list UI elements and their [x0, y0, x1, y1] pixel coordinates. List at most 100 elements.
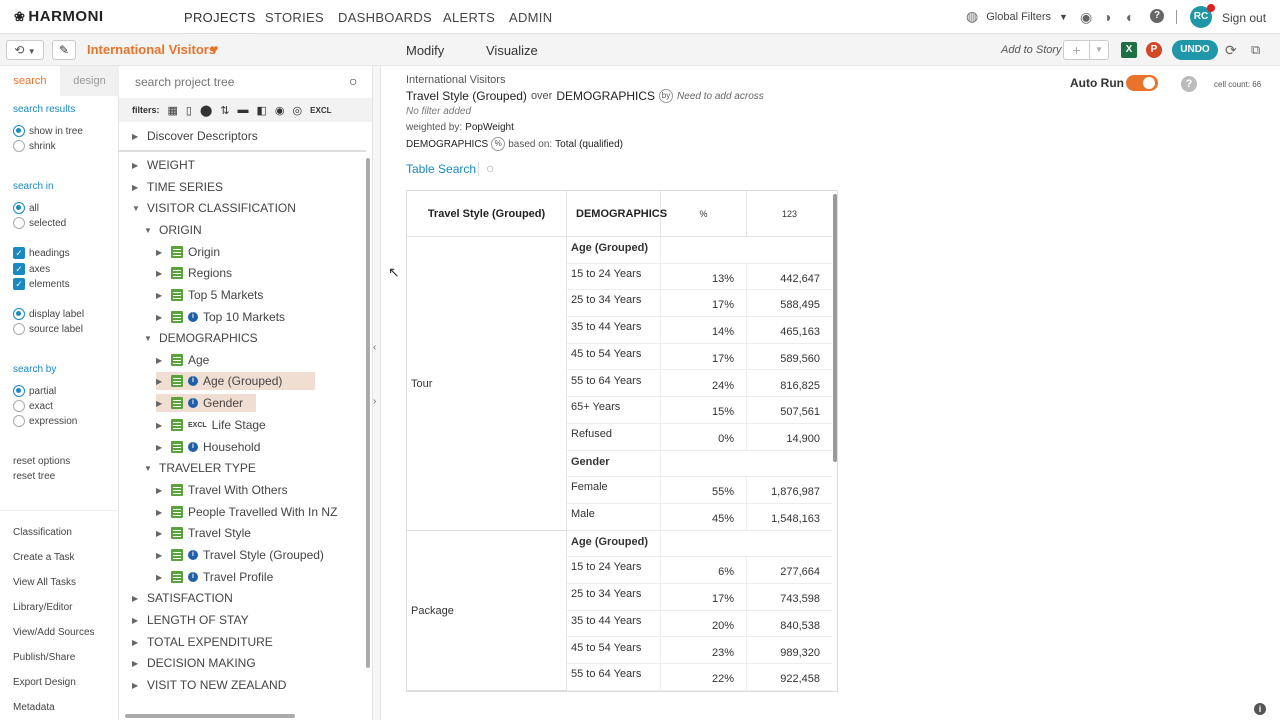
pin-filter-icon[interactable]: ⬤	[200, 104, 212, 117]
tree-travel-profile[interactable]: ▶ i Travel Profile	[156, 568, 273, 586]
row-label[interactable]: 55 to 64 Years	[567, 664, 661, 691]
panel-divider[interactable]: ‹ ›	[372, 66, 381, 720]
cell-percent[interactable]: 20%	[661, 610, 747, 638]
powerpoint-export-icon[interactable]: P	[1146, 42, 1162, 58]
reset-tree-link[interactable]: reset tree	[13, 471, 55, 482]
row-label[interactable]: 15 to 24 Years	[567, 263, 661, 291]
cell-count[interactable]: 922,458	[747, 664, 832, 691]
tree-origin-group[interactable]: ▼ ORIGIN	[144, 221, 202, 239]
row-label[interactable]: 55 to 64 Years	[567, 370, 661, 398]
reset-options-link[interactable]: reset options	[13, 456, 70, 467]
tree-demographics[interactable]: ▼ DEMOGRAPHICS	[144, 329, 258, 347]
cell-percent[interactable]: 14%	[661, 317, 747, 344]
classification-link[interactable]: Classification	[13, 527, 72, 538]
tree-time-series[interactable]: ▶ TIME SERIES	[132, 178, 223, 196]
cell-percent[interactable]: 17%	[661, 343, 747, 371]
column-variable[interactable]: DEMOGRAPHICS	[556, 89, 655, 103]
nav-alerts[interactable]: ALERTS	[443, 10, 495, 25]
publish-share-link[interactable]: Publish/Share	[13, 652, 75, 663]
edit-button[interactable]: ✎	[52, 40, 76, 60]
row-label[interactable]: 25 to 34 Years	[567, 584, 661, 611]
tree-total-expenditure[interactable]: ▶ TOTAL EXPENDITURE	[132, 633, 273, 651]
tree-visitor-classification[interactable]: ▼ VISITOR CLASSIFICATION	[132, 199, 296, 217]
row-label[interactable]: 35 to 44 Years	[567, 610, 661, 638]
tree-age-grouped[interactable]: ▶ i Age (Grouped)	[156, 372, 315, 390]
auto-run-toggle[interactable]	[1126, 75, 1158, 91]
cell-percent[interactable]: 55%	[661, 477, 747, 504]
global-filters[interactable]: ◍ Global Filters ▼	[966, 8, 1068, 25]
row-label[interactable]: 65+ Years	[567, 397, 661, 424]
cell-count[interactable]: 507,561	[747, 397, 832, 424]
app-logo[interactable]: ❀ HARMONI	[14, 8, 104, 25]
row-group-label[interactable]: Tour	[407, 237, 567, 531]
tag-filter-icon[interactable]: ◧	[257, 104, 267, 117]
tree-visit-nz[interactable]: ▶ VISIT TO NEW ZEALAND	[132, 676, 286, 694]
excel-export-icon[interactable]: X	[1121, 42, 1137, 58]
row-label[interactable]: 45 to 54 Years	[567, 637, 661, 665]
cell-count[interactable]: 1,876,987	[747, 477, 832, 504]
eye-off-filter-icon[interactable]: ◎	[293, 104, 303, 117]
axes-checkbox[interactable]: ✓ axes	[13, 263, 50, 275]
cell-count[interactable]: 14,900	[747, 424, 832, 451]
cell-percent[interactable]: 22%	[661, 664, 747, 691]
nav-stories[interactable]: STORIES	[265, 10, 324, 25]
tree-satisfaction[interactable]: ▶ SATISFACTION	[132, 589, 233, 607]
tree-weight[interactable]: ▶ WEIGHT	[132, 156, 195, 174]
refresh-icon[interactable]: ⟳	[1225, 42, 1237, 59]
contrast-icon[interactable]: ◐	[1126, 9, 1134, 25]
row-label[interactable]: Refused	[567, 423, 661, 451]
row-variable[interactable]: Travel Style (Grouped)	[406, 89, 527, 103]
table-vertical-scrollbar[interactable]	[833, 194, 837, 462]
sort-filter-icon[interactable]: ⇅	[220, 104, 229, 117]
tab-visualize[interactable]: Visualize	[486, 43, 538, 58]
row-label[interactable]: 15 to 24 Years	[567, 557, 661, 585]
percent-badge[interactable]: %	[491, 137, 506, 151]
grid-filter-icon[interactable]: ▦	[168, 104, 178, 117]
tab-search[interactable]: search	[0, 66, 60, 96]
cell-percent[interactable]: 15%	[661, 397, 747, 424]
shrink-option[interactable]: shrink	[13, 140, 56, 152]
eye-filter-icon[interactable]: ◉	[275, 104, 285, 117]
tree-life-stage[interactable]: ▶ EXCL Life Stage	[156, 416, 266, 434]
expression-option[interactable]: expression	[13, 415, 77, 427]
table-search-link[interactable]: Table Search	[406, 162, 476, 176]
brain-icon[interactable]: ◑	[1103, 9, 1111, 25]
view-all-tasks-link[interactable]: View All Tasks	[13, 577, 76, 588]
cell-percent[interactable]: 13%	[661, 263, 747, 291]
cell-count[interactable]: 989,320	[747, 638, 832, 665]
header-column-variable[interactable]: DEMOGRAPHICS	[567, 191, 667, 237]
tree-horizontal-scrollbar[interactable]	[125, 714, 295, 718]
tree-splitter[interactable]	[119, 150, 366, 152]
tree-vertical-scrollbar[interactable]	[366, 158, 370, 668]
search-input[interactable]	[127, 70, 352, 94]
cell-count[interactable]: 277,664	[747, 557, 832, 585]
tree-household[interactable]: ▶ i Household	[156, 438, 260, 456]
partial-option[interactable]: partial	[13, 385, 56, 397]
nav-admin[interactable]: ADMIN	[509, 10, 552, 25]
heart-icon[interactable]: ♥	[210, 41, 218, 57]
tree-regions[interactable]: ▶ Regions	[156, 264, 232, 282]
create-task-link[interactable]: Create a Task	[13, 552, 75, 563]
cell-count[interactable]: 589,560	[747, 344, 832, 371]
row-label[interactable]: 25 to 34 Years	[567, 290, 661, 318]
tree-length-of-stay[interactable]: ▶ LENGTH OF STAY	[132, 611, 249, 629]
eye-icon[interactable]: ◉	[1080, 9, 1092, 26]
cell-count[interactable]: 840,538	[747, 611, 832, 638]
search-icon[interactable]: ○	[349, 73, 357, 89]
tab-modify[interactable]: Modify	[406, 43, 444, 58]
row-label[interactable]: 45 to 54 Years	[567, 343, 661, 371]
tree-travel-style-grouped[interactable]: ▶ i Travel Style (Grouped)	[156, 546, 324, 564]
cell-percent[interactable]: 0%	[661, 423, 747, 451]
tree-top10-markets[interactable]: ▶ i Top 10 Markets	[156, 308, 285, 326]
help-icon[interactable]: ?	[1181, 76, 1197, 92]
nav-projects[interactable]: PROJECTS	[184, 10, 256, 35]
exact-option[interactable]: exact	[13, 400, 53, 412]
tab-design[interactable]: design	[60, 66, 119, 96]
cell-percent[interactable]: 24%	[661, 370, 747, 398]
history-button[interactable]: ⟲ ▼	[6, 40, 44, 60]
cell-count[interactable]: 588,495	[747, 290, 832, 318]
tree-traveler-type[interactable]: ▼ TRAVELER TYPE	[144, 459, 256, 477]
show-in-tree-option[interactable]: show in tree	[13, 125, 83, 137]
headings-checkbox[interactable]: ✓ headings	[13, 247, 70, 259]
collapse-left-icon[interactable]: ‹	[373, 342, 376, 353]
